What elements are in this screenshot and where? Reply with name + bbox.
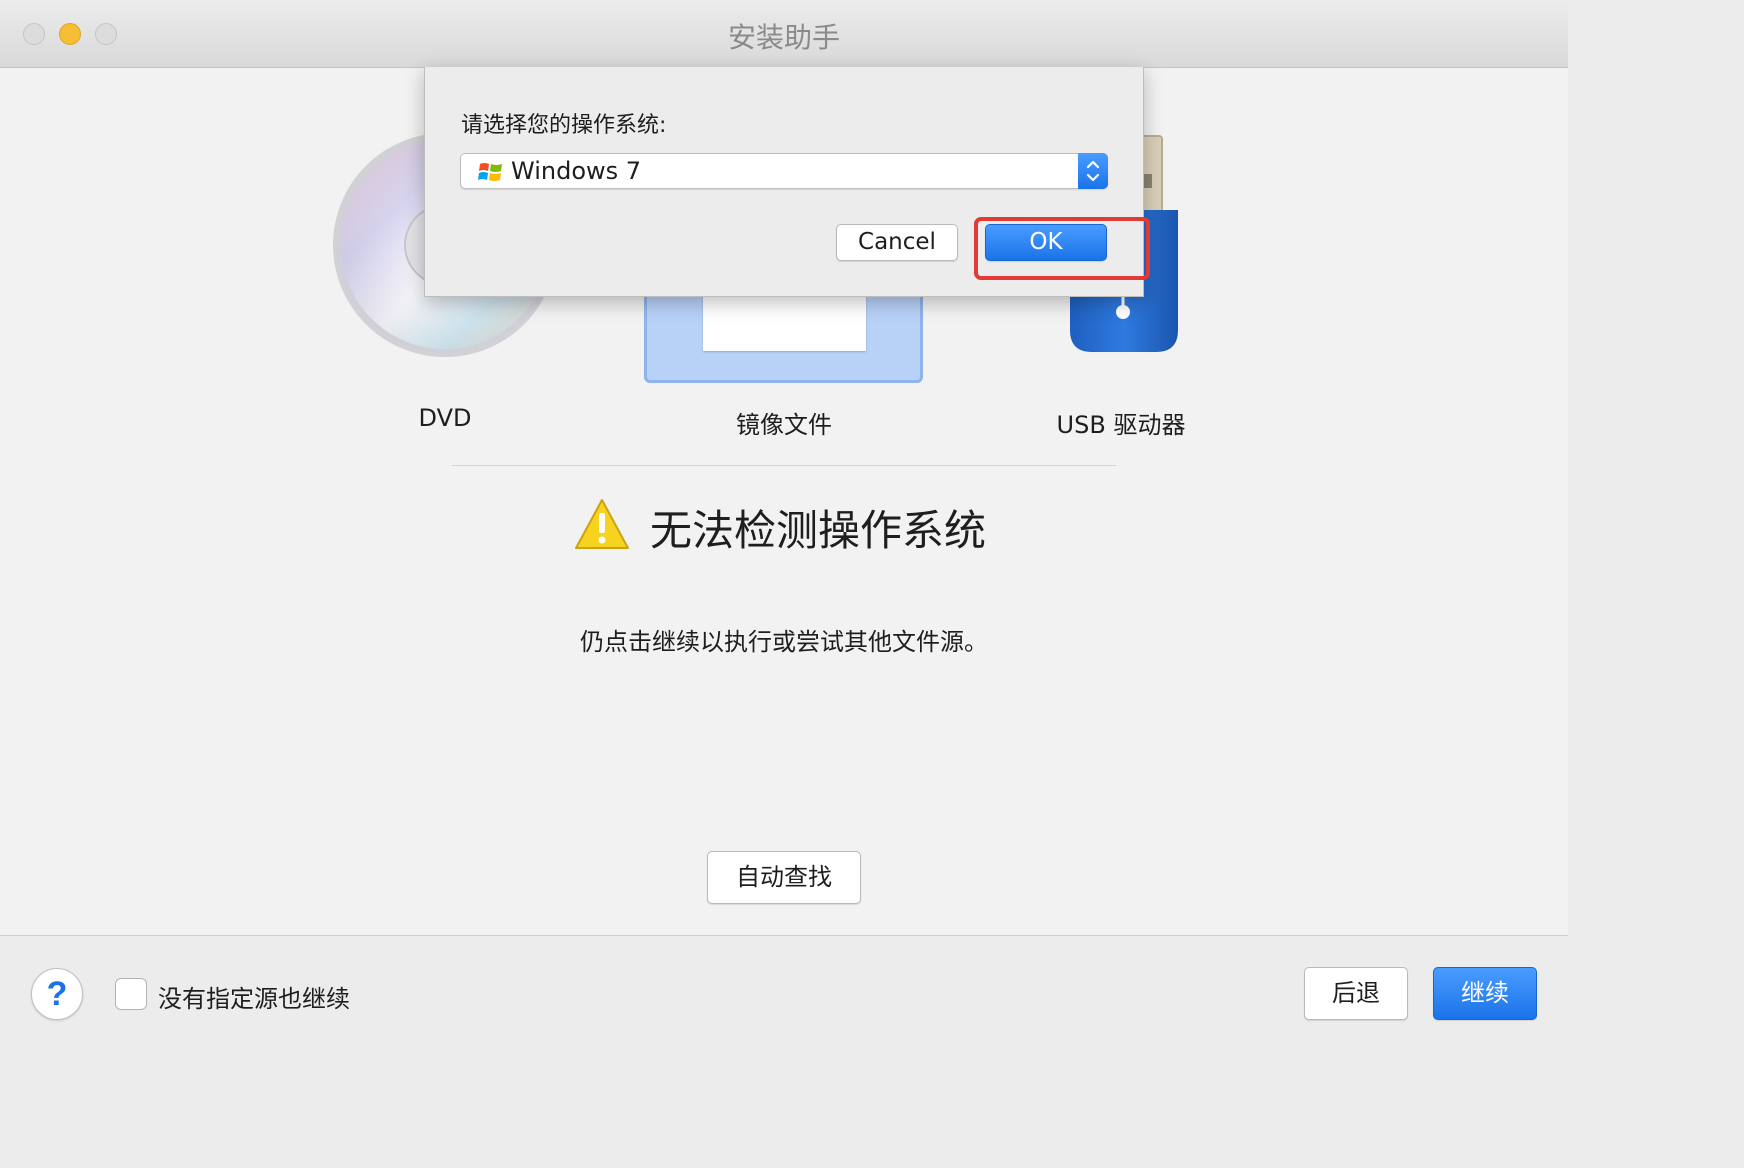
help-button[interactable]: ?	[31, 968, 83, 1020]
popup-stepper-icon	[1078, 153, 1108, 189]
selected-os-value: Windows 7	[511, 157, 642, 185]
divider	[452, 465, 1116, 466]
os-select-popup[interactable]: Windows 7	[460, 153, 1108, 189]
window-title: 安装助手	[727, 21, 840, 54]
title-bar: 安装助手	[0, 0, 1568, 68]
auto-detect-button[interactable]: 自动查找	[707, 851, 861, 904]
cancel-button[interactable]: Cancel	[836, 224, 958, 261]
warning-message: 仍点击继续以执行或尝试其他文件源。	[580, 628, 988, 656]
windows-logo-icon	[478, 160, 504, 184]
warning-icon	[574, 497, 630, 551]
select-os-prompt: 请选择您的操作系统:	[461, 113, 667, 138]
continue-button[interactable]: 继续	[1433, 967, 1537, 1020]
ok-button-highlight	[974, 217, 1150, 280]
source-label-image-file: 镜像文件	[736, 411, 832, 439]
bottom-bar: ? 没有指定源也继续 后退 继续	[0, 935, 1568, 1050]
warning-title: 无法检测操作系统	[650, 506, 987, 555]
continue-without-source-checkbox[interactable]	[115, 978, 147, 1010]
back-button[interactable]: 后退	[1304, 967, 1408, 1020]
continue-without-source-label: 没有指定源也继续	[158, 985, 350, 1013]
source-label-usb-drive: USB 驱动器	[1056, 411, 1186, 439]
installation-assistant-window: 安装助手 DVD 镜像文件 USB 驱动器 无法检测操作系统 仍点击继续以执行或…	[0, 0, 1568, 1050]
source-label-dvd: DVD	[418, 404, 472, 432]
